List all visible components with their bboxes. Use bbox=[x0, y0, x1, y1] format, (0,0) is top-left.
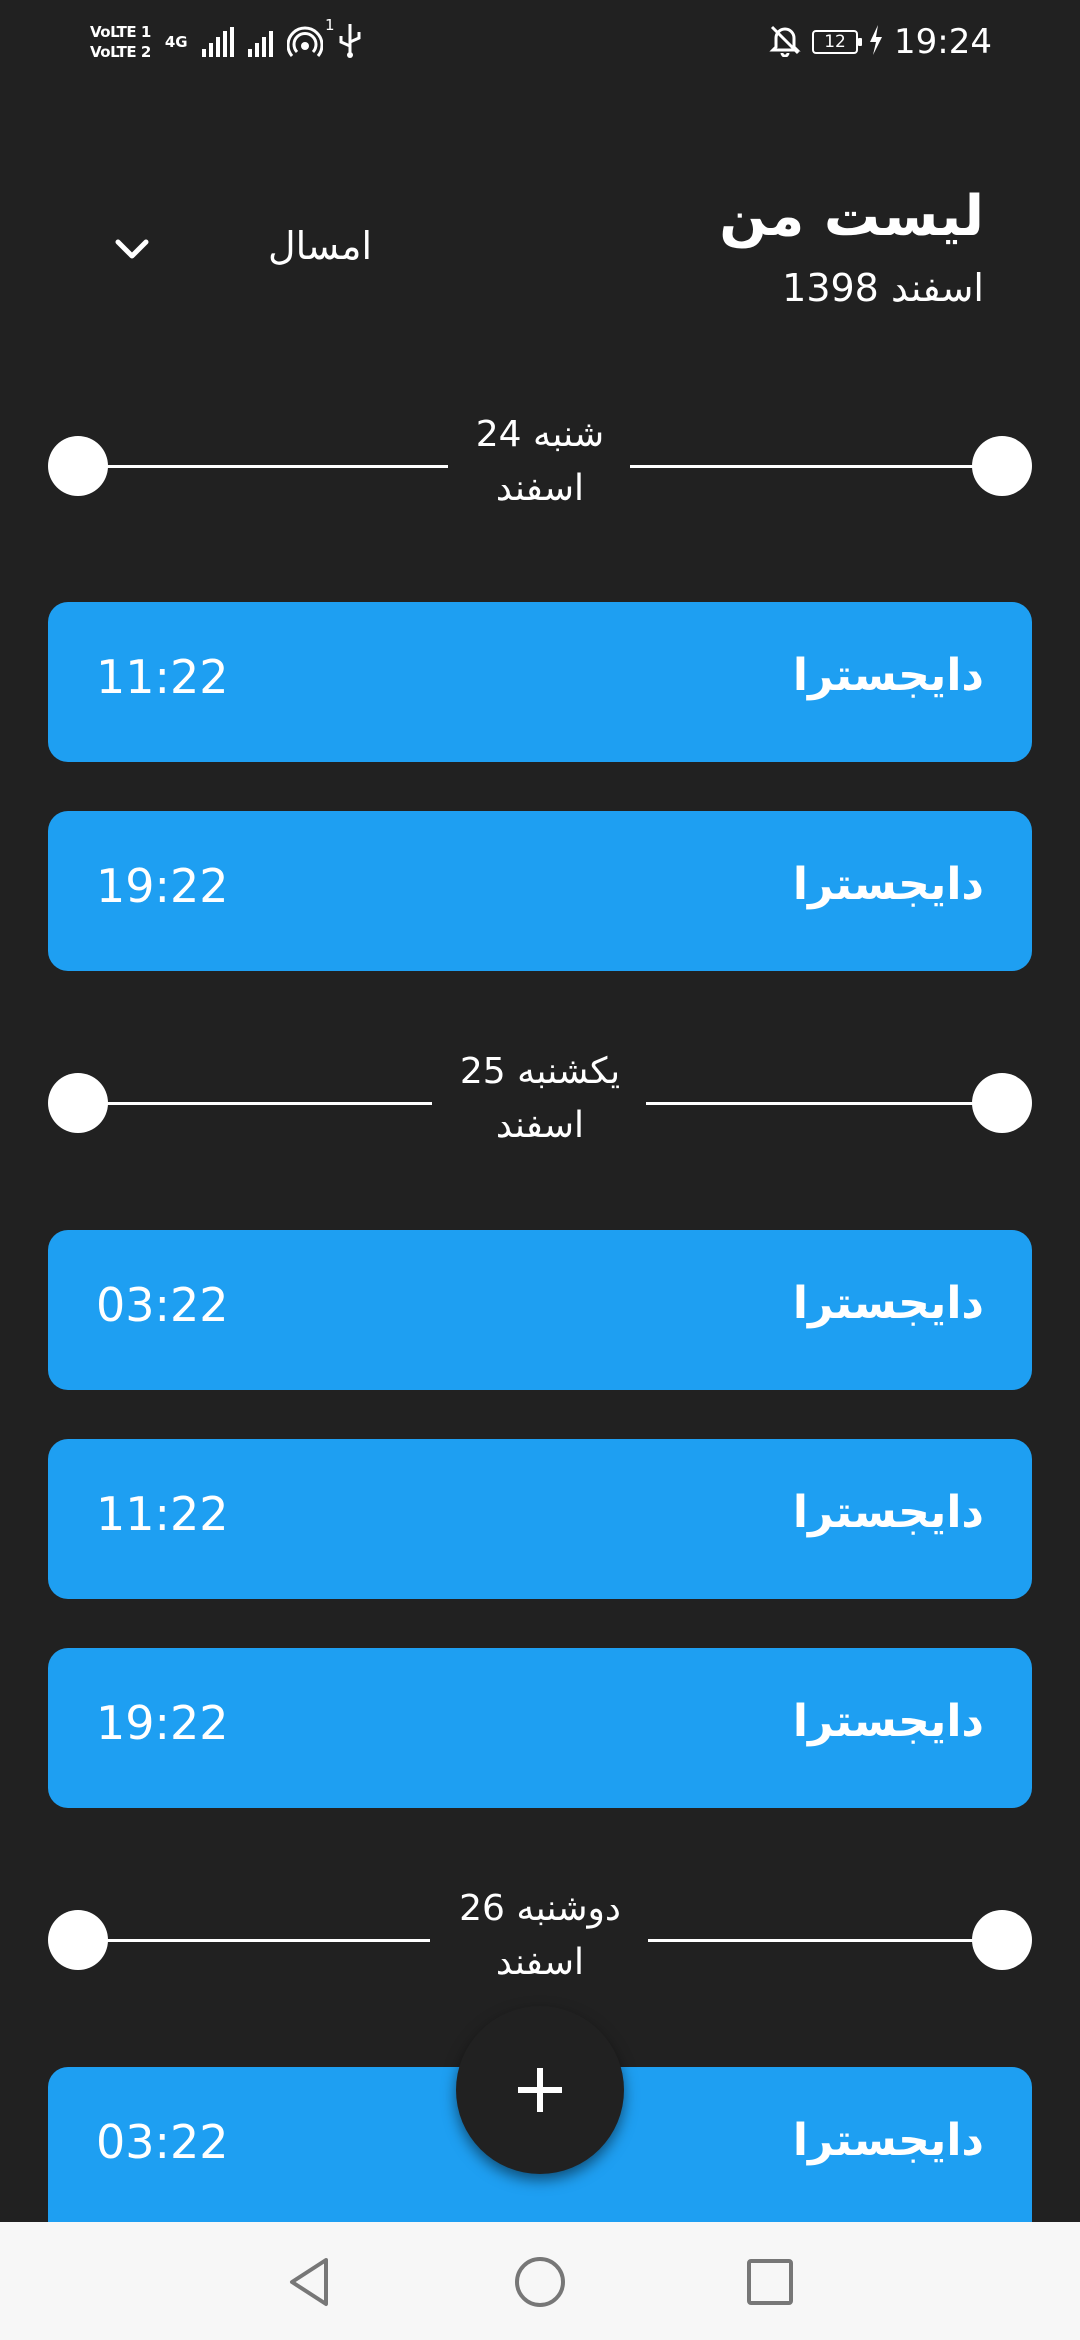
year-filter-label: امسال bbox=[268, 224, 372, 268]
task-card[interactable]: دایجسترا 11:22 bbox=[48, 1439, 1032, 1599]
plus-icon bbox=[518, 2068, 562, 2112]
page-title: لیست من bbox=[719, 184, 984, 249]
signal-2-icon bbox=[247, 27, 273, 57]
recents-nav-button[interactable] bbox=[740, 2252, 800, 2312]
date-label: دوشنبه 26 اسفند bbox=[48, 1882, 1032, 1990]
add-task-button[interactable] bbox=[456, 2006, 624, 2174]
year-filter-dropdown[interactable]: امسال bbox=[100, 220, 380, 280]
task-card[interactable]: دایجسترا 19:22 bbox=[48, 1648, 1032, 1808]
date-separator: دوشنبه 26 اسفند bbox=[48, 1882, 1032, 1992]
task-name: دایجسترا bbox=[792, 859, 984, 910]
hotspot-count: 1 bbox=[325, 16, 335, 34]
task-name: دایجسترا bbox=[792, 650, 984, 701]
task-time: 19:22 bbox=[96, 859, 229, 913]
home-circle-icon bbox=[515, 2257, 565, 2307]
page-subtitle-month: اسفند 1398 bbox=[782, 266, 984, 310]
date-weekday-day: یکشنبه 25 bbox=[459, 1051, 621, 1092]
recents-square-icon bbox=[747, 2259, 793, 2305]
usb-icon bbox=[337, 22, 363, 62]
task-time: 03:22 bbox=[96, 2115, 229, 2169]
system-navigation-bar bbox=[0, 2222, 1080, 2340]
battery-icon: 12 bbox=[812, 30, 863, 54]
status-right: 12 19:24 bbox=[768, 14, 992, 70]
task-name: دایجسترا bbox=[792, 1696, 984, 1747]
hotspot-icon: 1 bbox=[286, 16, 335, 60]
battery-level: 12 bbox=[824, 32, 846, 52]
status-left: VoLTE 1 VoLTE 2 4G 1 bbox=[90, 14, 363, 70]
date-month: اسفند bbox=[495, 1105, 585, 1146]
date-weekday-day: دوشنبه 26 bbox=[459, 1888, 621, 1929]
date-weekday-day: شنبه 24 bbox=[475, 414, 605, 455]
volte-2-label: VoLTE 2 bbox=[90, 43, 151, 61]
date-label: یکشنبه 25 اسفند bbox=[48, 1045, 1032, 1153]
date-month: اسفند bbox=[495, 1942, 585, 1983]
chevron-down-icon bbox=[114, 234, 150, 268]
volte-1-label: VoLTE 1 bbox=[90, 23, 151, 41]
task-time: 03:22 bbox=[96, 1278, 229, 1332]
status-clock: 19:24 bbox=[894, 22, 992, 62]
date-separator: شنبه 24 اسفند bbox=[48, 408, 1032, 518]
back-nav-button[interactable] bbox=[280, 2252, 340, 2312]
task-time: 19:22 bbox=[96, 1696, 229, 1750]
task-card[interactable]: دایجسترا 19:22 bbox=[48, 811, 1032, 971]
date-month: اسفند bbox=[495, 468, 585, 509]
task-card[interactable]: دایجسترا 03:22 bbox=[48, 1230, 1032, 1390]
charging-icon bbox=[868, 25, 884, 59]
task-card[interactable]: دایجسترا 11:22 bbox=[48, 602, 1032, 762]
signal-icon bbox=[201, 27, 234, 57]
task-name: دایجسترا bbox=[792, 2115, 984, 2166]
network-type-label: 4G bbox=[164, 33, 188, 51]
date-label: شنبه 24 اسفند bbox=[48, 408, 1032, 516]
status-bar: VoLTE 1 VoLTE 2 4G 1 12 19:24 bbox=[0, 0, 1080, 84]
back-triangle-icon bbox=[290, 2258, 328, 2306]
task-time: 11:22 bbox=[96, 650, 229, 704]
volte-indicators: VoLTE 1 VoLTE 2 bbox=[90, 24, 151, 60]
date-separator: یکشنبه 25 اسفند bbox=[48, 1045, 1032, 1155]
task-time: 11:22 bbox=[96, 1487, 229, 1541]
task-name: دایجسترا bbox=[792, 1487, 984, 1538]
task-name: دایجسترا bbox=[792, 1278, 984, 1329]
home-nav-button[interactable] bbox=[510, 2252, 570, 2312]
mute-bell-icon bbox=[768, 23, 802, 61]
